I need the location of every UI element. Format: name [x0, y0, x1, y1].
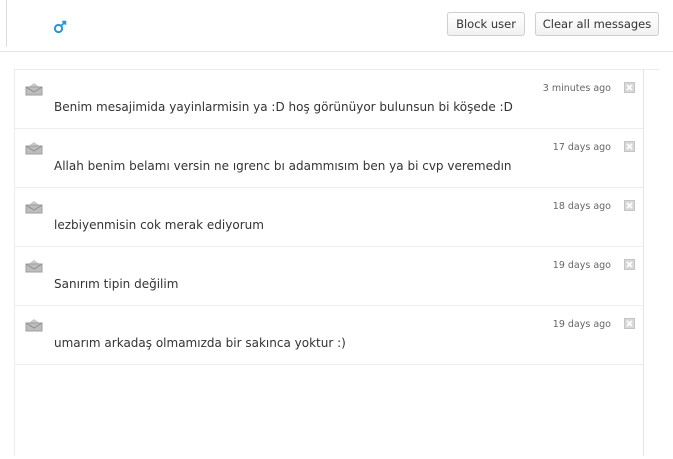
- envelope-icon: [25, 319, 43, 332]
- message-item: 17 days ago Allah benim belamı versin ne…: [15, 129, 644, 188]
- message-item: 19 days ago umarım arkadaş olmamızda bir…: [15, 306, 644, 365]
- message-item: 19 days ago Sanırım tipin değilim: [15, 247, 644, 306]
- message-timestamp: 19 days ago: [552, 319, 611, 330]
- messages-panel: 3 minutes ago Benim mesajimida yayinlarm…: [14, 69, 659, 456]
- envelope-icon: [25, 142, 43, 155]
- delete-message-icon[interactable]: [624, 259, 635, 270]
- delete-message-icon[interactable]: [624, 82, 635, 93]
- delete-message-icon[interactable]: [624, 141, 635, 152]
- message-text: umarım arkadaş olmamızda bir sakınca yok…: [54, 336, 346, 350]
- top-bar: Block user Clear all messages: [0, 0, 673, 52]
- message-timestamp: 19 days ago: [552, 260, 611, 271]
- message-text: Allah benim belamı versin ne ıgrenc bı a…: [54, 159, 512, 173]
- message-timestamp: 3 minutes ago: [542, 83, 611, 94]
- clear-all-messages-button[interactable]: Clear all messages: [535, 12, 659, 36]
- block-user-button[interactable]: Block user: [447, 12, 525, 36]
- message-timestamp: 18 days ago: [552, 201, 611, 212]
- male-symbol-icon: [53, 20, 67, 34]
- message-text: lezbiyenmisin cok merak ediyorum: [54, 218, 264, 232]
- message-item: 18 days ago lezbiyenmisin cok merak ediy…: [15, 188, 644, 247]
- message-text: Benim mesajimida yayinlarmisin ya :D hoş…: [54, 100, 513, 114]
- envelope-icon: [25, 201, 43, 214]
- delete-message-icon[interactable]: [624, 200, 635, 211]
- scrollbar[interactable]: [643, 70, 659, 456]
- message-item: 3 minutes ago Benim mesajimida yayinlarm…: [15, 70, 644, 129]
- delete-message-icon[interactable]: [624, 318, 635, 329]
- divider: [6, 0, 7, 47]
- envelope-icon: [25, 260, 43, 273]
- envelope-icon: [25, 83, 43, 96]
- message-text: Sanırım tipin değilim: [54, 277, 179, 291]
- message-timestamp: 17 days ago: [552, 142, 611, 153]
